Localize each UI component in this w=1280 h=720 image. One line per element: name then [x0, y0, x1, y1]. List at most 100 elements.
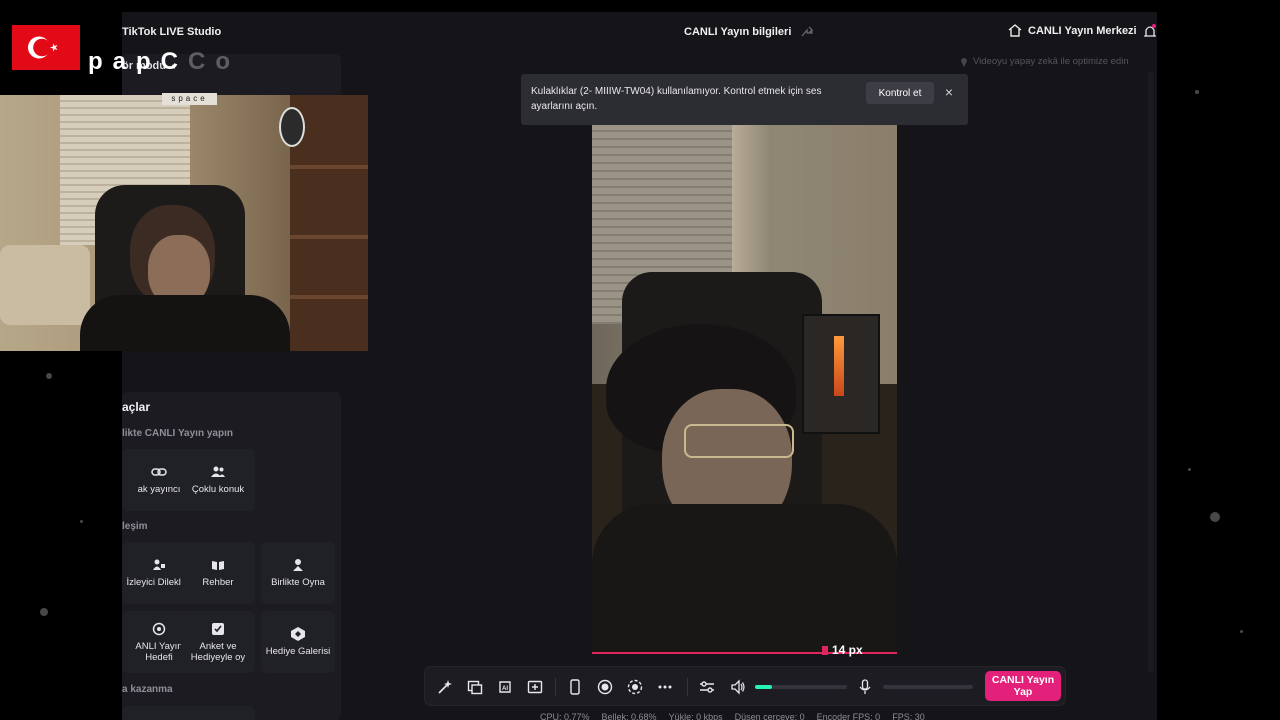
more-button[interactable]	[655, 677, 675, 697]
location-pin-icon	[961, 58, 967, 67]
overlay-letters: papC	[88, 48, 188, 75]
microphone-button[interactable]	[855, 677, 875, 697]
background-star	[1188, 468, 1191, 471]
home-icon	[1008, 24, 1022, 37]
group-title-co-live: likte CANLI Yayın yapın	[122, 428, 233, 439]
stat-memory: Bellek: 0.68%	[601, 712, 657, 720]
bell-icon	[1143, 24, 1157, 37]
background-star	[1210, 512, 1220, 522]
keystroke-overlay: papCCo	[88, 48, 240, 76]
background-star	[1195, 90, 1199, 94]
ai-button[interactable]: AI	[495, 677, 515, 697]
layout-add-icon	[527, 680, 543, 694]
svg-text:AI: AI	[502, 686, 508, 692]
magic-wand-icon	[438, 680, 452, 694]
stream-preview[interactable]	[592, 124, 897, 652]
guide-icon	[210, 558, 226, 572]
poll-icon	[210, 622, 226, 636]
stat-encoder-fps: Encoder FPS: 0	[816, 712, 881, 720]
speaker-volume-slider[interactable]	[755, 685, 847, 689]
tile-label: Birlikte Oyna	[271, 577, 325, 588]
background-star	[80, 520, 83, 523]
preview-glasses	[684, 424, 794, 458]
group-title-earning: a kazanma	[122, 684, 173, 695]
tile-guide[interactable]: Rehber	[181, 542, 255, 604]
preview-body	[592, 504, 897, 652]
sliders-icon	[700, 681, 714, 693]
tile-play-together[interactable]: Birlikte Oyna	[261, 542, 335, 604]
live-info-label: CANLI Yayın bilgileri	[684, 26, 792, 38]
replay-button[interactable]	[625, 677, 645, 697]
go-live-button[interactable]: CANLI Yayın Yap	[985, 671, 1061, 701]
tile-label: ak yayıncı	[137, 484, 181, 495]
speaker-icon	[731, 679, 745, 695]
check-button[interactable]: Kontrol et	[866, 82, 934, 104]
settings-button[interactable]	[697, 677, 717, 697]
gift-gallery-icon	[290, 627, 306, 641]
share-icon	[801, 26, 814, 37]
webcam-body	[80, 295, 290, 351]
webcam-dartboard	[279, 107, 305, 147]
stats-bar: CPU: 0.77% Bellek: 0.68% Yükle: 0 kbps D…	[540, 712, 925, 720]
tile-label: Anket ve Hediyeyle oy	[190, 640, 246, 663]
mic-volume-slider[interactable]	[883, 685, 973, 689]
toolbar-divider	[687, 678, 688, 696]
headphones-notice: Kulaklıklar (2- MIIIW-TW04) kullanılamıy…	[521, 74, 968, 125]
speaker-button[interactable]	[728, 677, 748, 697]
tile-label: Rehber	[202, 577, 234, 588]
ai-icon: AI	[499, 681, 511, 693]
play-together-icon	[290, 558, 306, 572]
microphone-icon	[859, 679, 871, 694]
users-icon	[210, 465, 226, 479]
desktop-background: TikTok LIVE Studio CANLI Yayın bilgileri…	[0, 0, 1280, 720]
ai-optimize-hint[interactable]: Videoyu yapay zekâ ile optimize edin	[960, 56, 1129, 67]
turkish-flag	[12, 25, 80, 70]
marker-icon	[822, 645, 828, 655]
tile-gift-gallery[interactable]: Hediye Galerisi	[261, 611, 335, 673]
toolbar-divider	[555, 678, 556, 696]
size-label: 14 px	[832, 643, 863, 657]
notifications-button[interactable]	[1143, 24, 1157, 43]
effects-button[interactable]	[435, 677, 455, 697]
space-key-label: space	[162, 93, 217, 105]
close-icon[interactable]: ×	[941, 84, 957, 100]
target-icon	[151, 622, 167, 636]
link-icon	[151, 465, 167, 479]
phone-icon	[570, 679, 580, 695]
tile-label: Çoklu konuk	[191, 484, 245, 495]
app-title: TikTok LIVE Studio	[122, 26, 222, 38]
crescent-star-icon	[28, 36, 58, 59]
tile-earning-item[interactable]	[181, 706, 255, 720]
portrait-button[interactable]	[565, 677, 585, 697]
notice-text: Kulaklıklar (2- MIIIW-TW04) kullanılamıy…	[531, 86, 822, 112]
overlay-letters-faint: Co	[188, 48, 240, 75]
add-source-icon	[467, 680, 483, 695]
wishes-icon	[151, 558, 167, 572]
tools-section-title: açlar	[122, 400, 151, 414]
record-icon	[597, 679, 613, 695]
stat-dropped-frames: Düşen çerçeve: 0	[734, 712, 805, 720]
stat-upload: Yükle: 0 kbps	[668, 712, 723, 720]
tile-multi-guest[interactable]: Çoklu konuk	[181, 449, 255, 511]
live-center-button[interactable]: CANLI Yayın Merkezi	[1008, 24, 1137, 37]
preview-monitor	[802, 314, 880, 434]
scrollbar[interactable]	[1148, 72, 1154, 672]
layout-button[interactable]	[525, 677, 545, 697]
record-button[interactable]	[595, 677, 615, 697]
webcam-overlay	[0, 95, 368, 351]
bottom-toolbar: AI CANLI Yayın Yap	[424, 666, 1066, 706]
tile-label: Hediye Galerisi	[265, 646, 331, 657]
stat-cpu: CPU: 0.77%	[540, 712, 590, 720]
webcam-sofa	[0, 245, 90, 325]
live-info-button[interactable]: CANLI Yayın bilgileri	[684, 26, 814, 38]
replay-icon	[627, 679, 643, 695]
source-button[interactable]	[465, 677, 485, 697]
tile-poll[interactable]: Anket ve Hediyeyle oy	[181, 611, 255, 673]
group-title-interaction: leşim	[122, 521, 148, 532]
ai-optimize-label: Videoyu yapay zekâ ile optimize edin	[973, 56, 1129, 67]
background-star	[40, 608, 48, 616]
more-icon	[658, 685, 672, 689]
stat-fps: FPS: 30	[892, 712, 925, 720]
live-center-label: CANLI Yayın Merkezi	[1028, 24, 1137, 37]
background-star	[1240, 630, 1243, 633]
